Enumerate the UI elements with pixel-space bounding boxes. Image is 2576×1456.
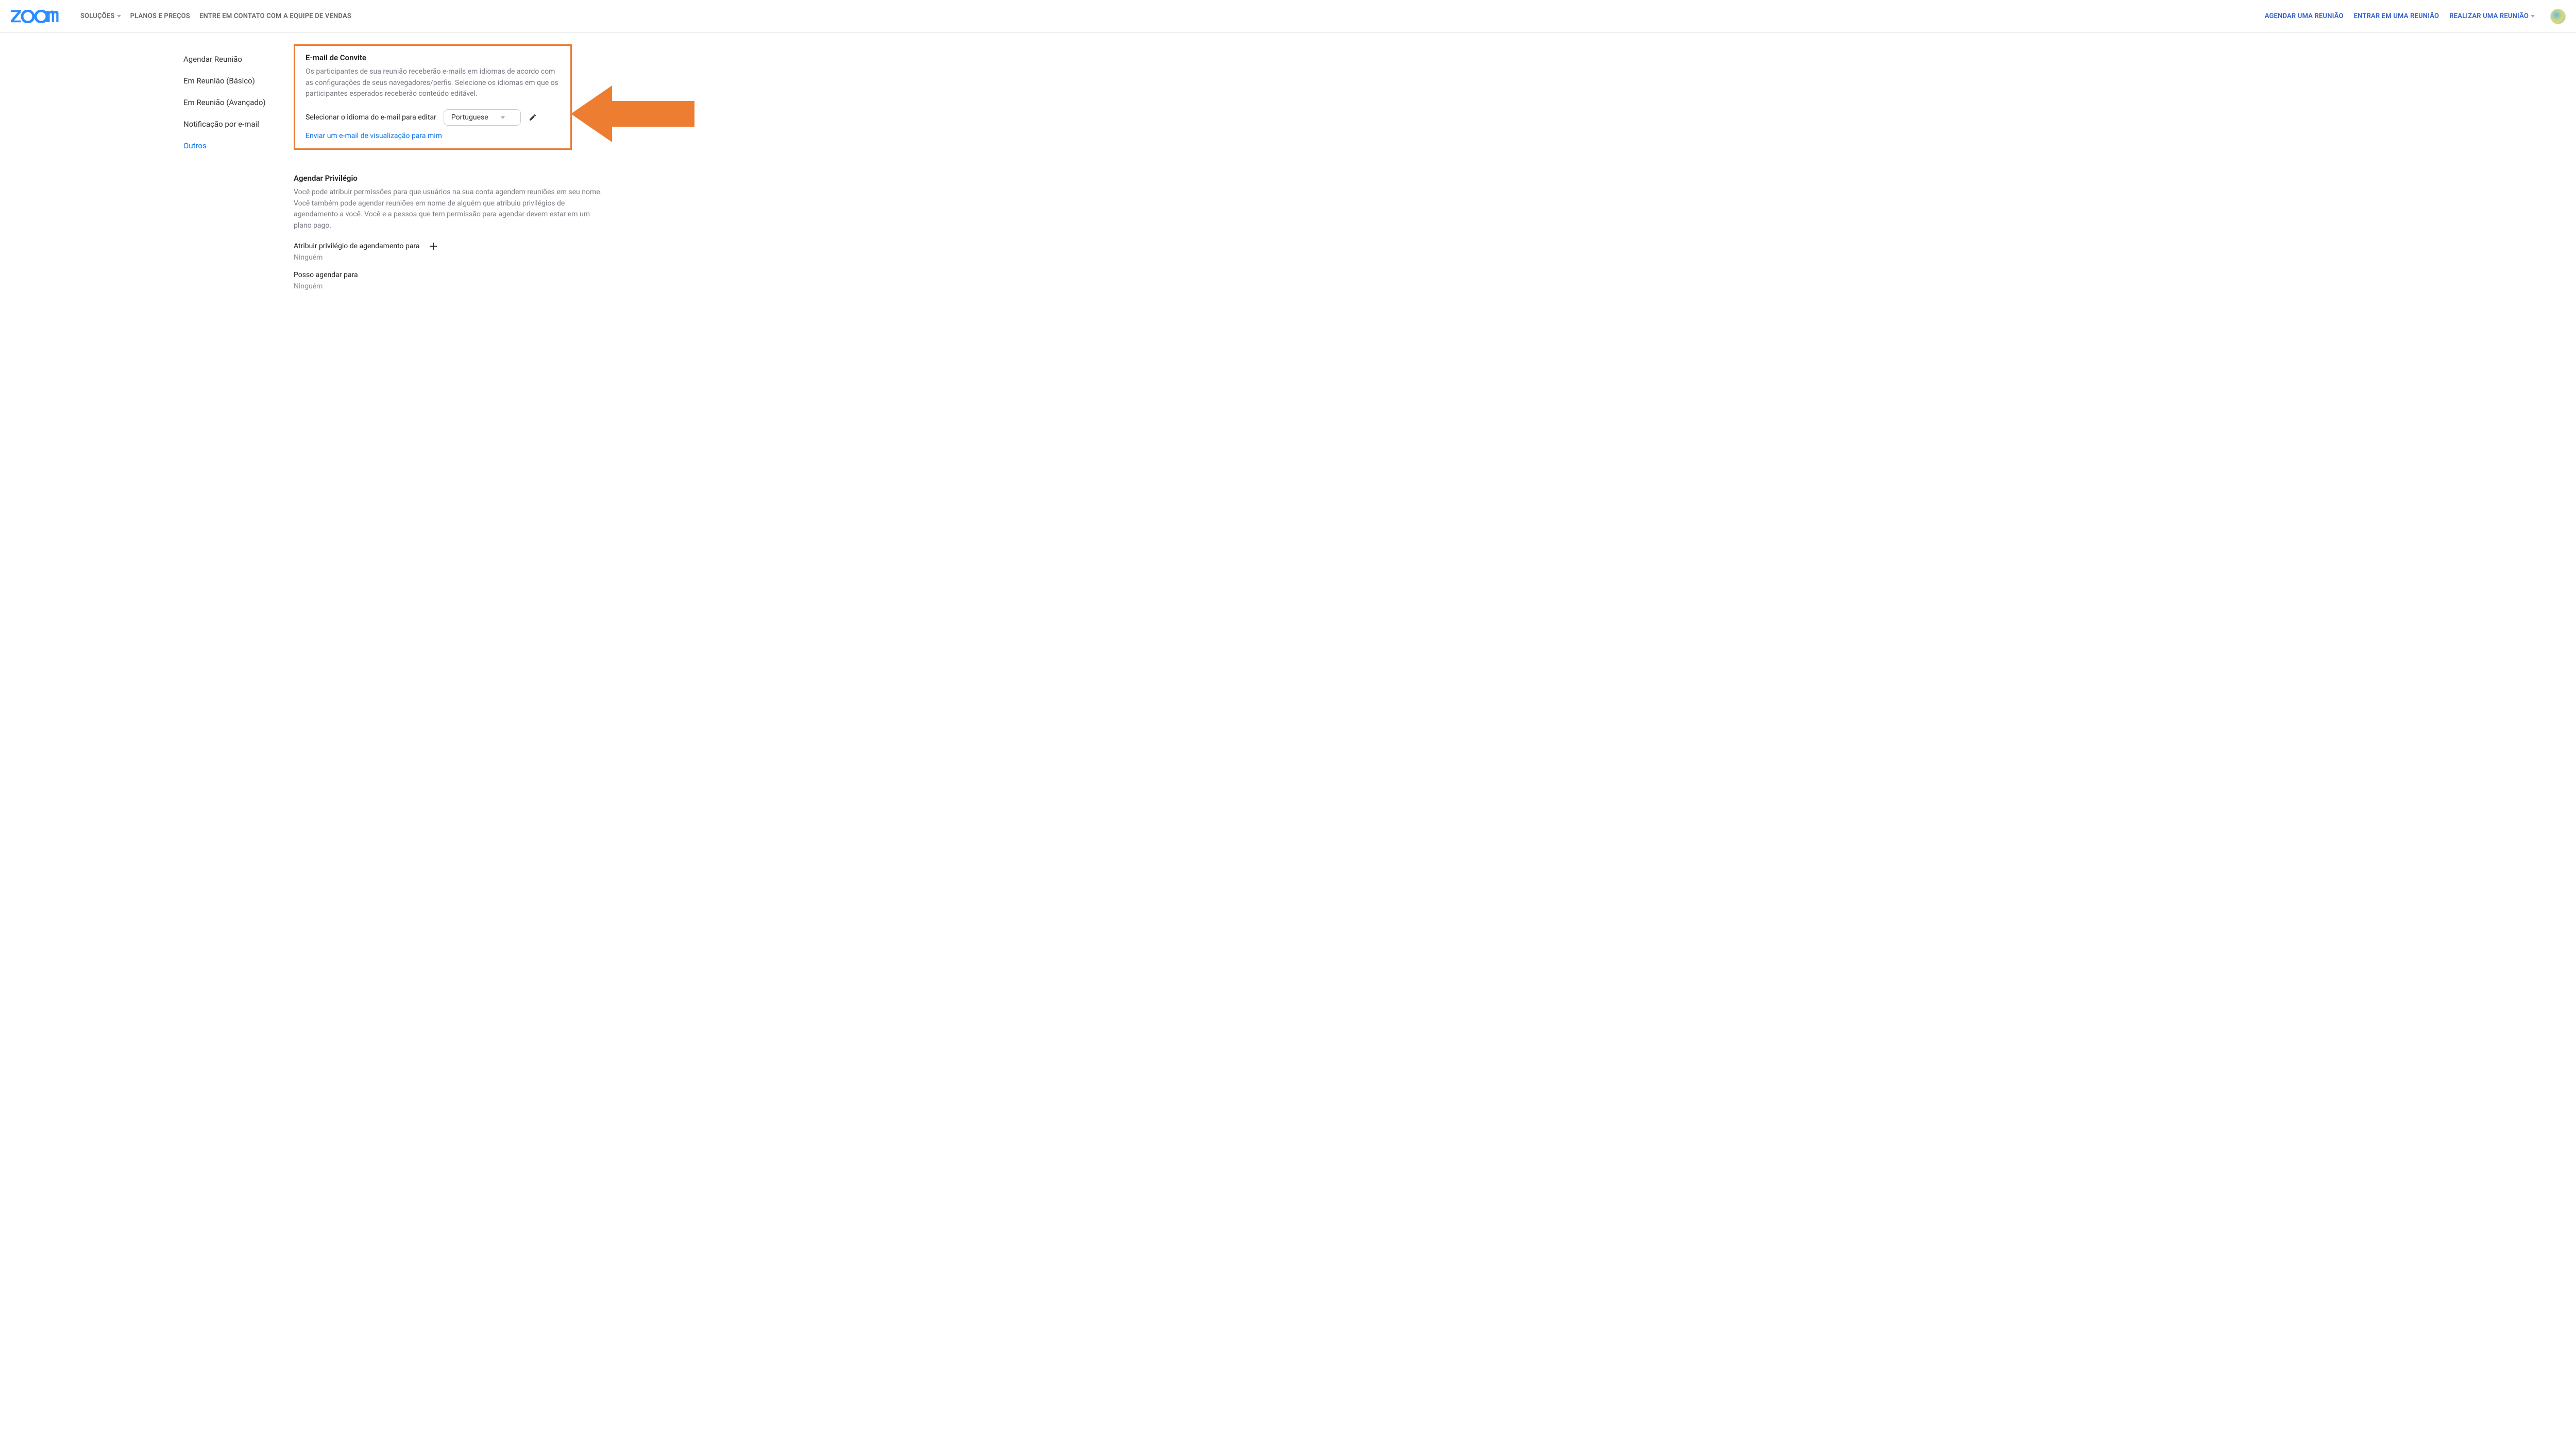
chevron-down-icon <box>501 116 505 119</box>
nav-left: SOLUÇÕES PLANOS E PREÇOS ENTRE EM CONTAT… <box>80 12 351 20</box>
page-body: Agendar Reunião Em Reunião (Básico) Em R… <box>0 33 2576 300</box>
nav-entrar-reuniao[interactable]: ENTRAR EM UMA REUNIÃO <box>2354 12 2439 20</box>
nav-realizar-reuniao[interactable]: REALIZAR UMA REUNIÃO <box>2449 12 2535 20</box>
schedule-privilege-desc: Você pode atribuir permissões para que u… <box>294 187 603 232</box>
invite-email-title: E-mail de Convite <box>306 53 560 62</box>
invite-email-highlight: E-mail de Convite Os participantes de su… <box>294 44 572 150</box>
invite-language-value: Portuguese <box>451 113 488 122</box>
send-preview-link[interactable]: Enviar um e-mail de visualização para mi… <box>306 132 560 140</box>
tab-notificacao-email[interactable]: Notificação por e-mail <box>183 113 282 135</box>
nav-right: AGENDAR UMA REUNIÃO ENTRAR EM UMA REUNIÃ… <box>2265 9 2566 24</box>
invite-email-desc: Os participantes de sua reunião receberã… <box>306 66 560 100</box>
can-schedule-label: Posso agendar para <box>294 271 358 279</box>
avatar[interactable] <box>2550 9 2566 24</box>
schedule-privilege-title: Agendar Privilégio <box>294 174 603 183</box>
invite-language-label: Selecionar o idioma do e-mail para edita… <box>306 113 436 122</box>
left-gutter <box>0 33 159 300</box>
nav-agendar-reuniao[interactable]: AGENDAR UMA REUNIÃO <box>2265 12 2344 20</box>
schedule-privilege-section: Agendar Privilégio Você pode atribuir pe… <box>294 174 603 290</box>
content: Agendar Reunião Em Reunião (Básico) Em R… <box>159 33 2576 300</box>
top-header: SOLUÇÕES PLANOS E PREÇOS ENTRE EM CONTAT… <box>0 0 2576 33</box>
nav-planos[interactable]: PLANOS E PREÇOS <box>130 12 190 20</box>
chevron-down-icon <box>2531 15 2535 18</box>
assign-privilege-label: Atribuir privilégio de agendamento para <box>294 242 420 250</box>
brand-logo[interactable] <box>10 10 66 23</box>
chevron-down-icon <box>117 15 121 18</box>
tab-agendar-reuniao[interactable]: Agendar Reunião <box>183 48 282 70</box>
nav-realizar-label: REALIZAR UMA REUNIÃO <box>2449 12 2529 20</box>
tab-em-reuniao-avancado[interactable]: Em Reunião (Avançado) <box>183 92 282 113</box>
can-schedule-value: Ninguém <box>294 282 603 290</box>
settings-main: E-mail de Convite Os participantes de su… <box>282 45 787 300</box>
pencil-icon[interactable] <box>528 113 537 122</box>
invite-language-select[interactable]: Portuguese <box>444 109 521 126</box>
nav-contato[interactable]: ENTRE EM CONTATO COM A EQUIPE DE VENDAS <box>199 12 351 20</box>
nav-solucoes[interactable]: SOLUÇÕES <box>80 12 121 20</box>
can-schedule-row: Posso agendar para <box>294 271 603 279</box>
tab-em-reuniao-basico[interactable]: Em Reunião (Básico) <box>183 70 282 92</box>
annotation-arrow-icon <box>571 85 694 142</box>
settings-tabs: Agendar Reunião Em Reunião (Básico) Em R… <box>159 45 282 300</box>
assign-privilege-row: Atribuir privilégio de agendamento para <box>294 242 603 250</box>
tab-outros[interactable]: Outros <box>183 135 282 157</box>
assign-privilege-value: Ninguém <box>294 253 603 262</box>
nav-solucoes-label: SOLUÇÕES <box>80 12 115 20</box>
plus-icon[interactable] <box>429 242 437 250</box>
invite-language-row: Selecionar o idioma do e-mail para edita… <box>306 109 560 126</box>
